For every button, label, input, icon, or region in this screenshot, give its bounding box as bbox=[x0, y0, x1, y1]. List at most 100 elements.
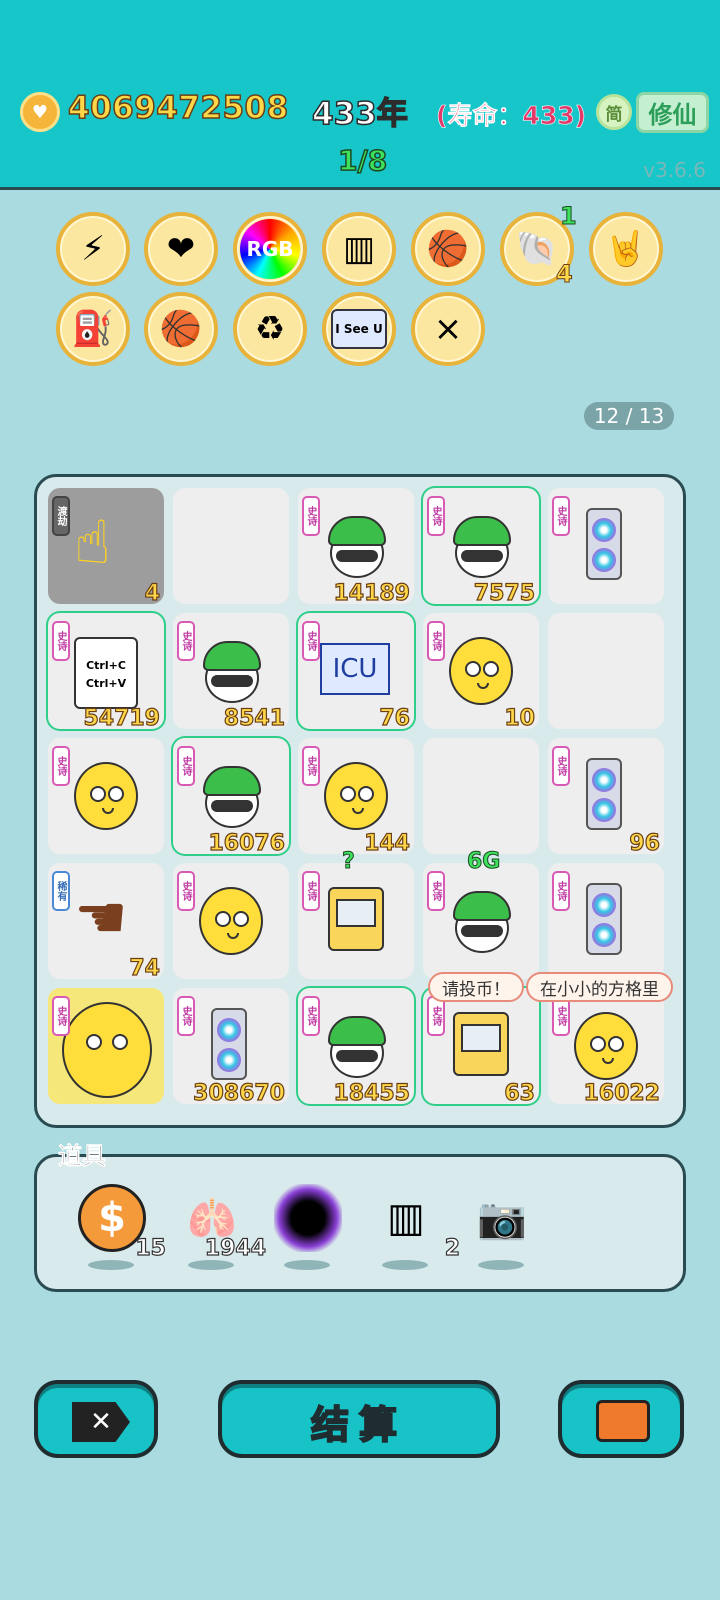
green-hair-man-icon bbox=[451, 510, 513, 578]
speech-bubble-coin: 请投币！ bbox=[428, 972, 524, 1002]
cell-number: 16076 bbox=[208, 830, 286, 856]
cell-number: 8541 bbox=[223, 705, 285, 731]
simplified-toggle-button[interactable]: 简 bbox=[596, 94, 632, 130]
board-cell[interactable]: 史诗? bbox=[298, 849, 414, 979]
yellow-face-icon bbox=[449, 637, 513, 705]
ctrl-c-text: Ctrl+C bbox=[86, 659, 126, 672]
black-hole-item[interactable]: ● bbox=[268, 1180, 348, 1270]
multiply-icon: × bbox=[433, 309, 463, 349]
dizzy-face-icon bbox=[62, 1002, 152, 1098]
yellow-face-icon bbox=[574, 1012, 638, 1080]
basketballs-badge-2[interactable]: 🏀 bbox=[144, 292, 218, 366]
coin-item[interactable]: $15 bbox=[72, 1180, 167, 1270]
bag-button[interactable] bbox=[558, 1380, 684, 1458]
multiply-badge[interactable]: × bbox=[411, 292, 485, 366]
board-cell[interactable]: 史诗 bbox=[548, 863, 664, 979]
empty-cell[interactable] bbox=[173, 488, 289, 604]
green-hair-man-icon bbox=[201, 635, 263, 703]
empty-cell[interactable] bbox=[423, 738, 539, 854]
basketballs-2-icon: 🏀 bbox=[159, 309, 203, 349]
rarity-tag: 史诗 bbox=[302, 746, 320, 786]
board-cell[interactable]: 史诗 7575 bbox=[423, 488, 539, 607]
year-counter: 433年 bbox=[311, 95, 408, 133]
item-count: 1944 bbox=[204, 1235, 266, 1261]
cell-number: 7575 bbox=[473, 580, 535, 606]
board-cell[interactable]: ☚ 稀有 74 bbox=[48, 863, 164, 982]
i-see-u-icon: I See U bbox=[331, 309, 387, 349]
exit-button[interactable]: ✕ bbox=[34, 1380, 158, 1458]
recycle-badge[interactable]: ♻ bbox=[233, 292, 307, 366]
graphics-card-icon bbox=[586, 758, 622, 830]
cage-icon: ▥ bbox=[387, 1195, 425, 1241]
board-cell[interactable]: Ctrl+C Ctrl+V 史诗 54719 bbox=[48, 613, 164, 732]
rarity-tag: 史诗 bbox=[177, 871, 195, 911]
board-cell[interactable]: 史诗 16022 bbox=[548, 988, 664, 1107]
rarity-tag: 史诗 bbox=[552, 871, 570, 911]
board-cell[interactable]: 史诗 96 bbox=[548, 738, 664, 857]
board-cell[interactable]: 史诗 144 bbox=[298, 738, 414, 857]
skirt-icon: ▥ bbox=[342, 229, 376, 269]
camera-item[interactable]: 📷 bbox=[462, 1180, 542, 1270]
cultivate-button[interactable]: 修仙 bbox=[636, 92, 709, 133]
black-hole-icon: ● bbox=[274, 1184, 342, 1252]
green-hair-man-icon bbox=[201, 760, 263, 828]
green-hair-man-icon bbox=[326, 1010, 388, 1078]
rarity-tag: 史诗 bbox=[427, 996, 445, 1036]
board-cell[interactable]: 史诗 14189 bbox=[298, 488, 414, 607]
heart-fan-badge[interactable]: ❤ bbox=[144, 212, 218, 286]
settle-button[interactable]: 结算 bbox=[218, 1380, 500, 1458]
heart-coin-icon: ♥ bbox=[20, 92, 60, 132]
item-shadow bbox=[284, 1260, 330, 1270]
pump-icon: ⛽ bbox=[71, 309, 115, 349]
rarity-tag: 渡劫 bbox=[52, 496, 70, 536]
cage-item[interactable]: ▥ 2 bbox=[366, 1180, 461, 1270]
pump-badge[interactable]: ⛽ bbox=[56, 292, 130, 366]
items-title: 道具 bbox=[58, 1142, 107, 1171]
board-cell[interactable]: 史诗 18455 bbox=[298, 988, 414, 1107]
cell-top-label: 6G bbox=[466, 849, 501, 875]
board-cell[interactable]: 史诗 16076 bbox=[173, 738, 289, 857]
basketballs-badge[interactable]: 🏀 bbox=[411, 212, 485, 286]
item-shadow bbox=[188, 1260, 234, 1270]
board-cell[interactable]: 史诗 6G bbox=[423, 849, 539, 979]
settle-label: 结算 bbox=[310, 1402, 407, 1448]
lifespan-label: (寿命：433) bbox=[436, 101, 587, 131]
rarity-tag: 史诗 bbox=[302, 496, 320, 536]
board-cell[interactable]: ☝ 渡劫 4 bbox=[48, 488, 164, 607]
skirt-badge[interactable]: ▥ bbox=[322, 212, 396, 286]
heart-fan-icon: ❤ bbox=[166, 229, 196, 269]
rarity-tag: 史诗 bbox=[552, 496, 570, 536]
claw-machine-icon bbox=[453, 1012, 509, 1076]
lightning-badge[interactable]: ⚡ bbox=[56, 212, 130, 286]
board-cell[interactable]: 史诗 bbox=[173, 863, 289, 979]
item-count: 2 bbox=[444, 1235, 461, 1261]
graphics-card-icon bbox=[211, 1008, 247, 1080]
i-see-u-badge[interactable]: I See U bbox=[322, 292, 396, 366]
round-counter: 1/8 bbox=[337, 143, 388, 178]
money-counter: 4069472508 bbox=[67, 89, 289, 127]
recycle-icon: ♻ bbox=[254, 309, 286, 349]
rgb-badge[interactable]: RGB bbox=[233, 212, 307, 286]
board-cell[interactable]: 史诗 63 bbox=[423, 988, 539, 1107]
board-cell[interactable]: 史诗 10 bbox=[423, 613, 539, 732]
close-icon: ✕ bbox=[72, 1402, 130, 1442]
board-cell[interactable]: 史诗 8541 bbox=[173, 613, 289, 732]
ctrl-v-text: Ctrl+V bbox=[85, 677, 127, 690]
board-cell[interactable]: 史诗 308670 bbox=[173, 988, 289, 1107]
cell-number: 63 bbox=[504, 1080, 536, 1106]
claw-machine-icon bbox=[328, 887, 384, 951]
pointing-hand-icon: ☚ bbox=[74, 883, 128, 953]
rarity-tag: 史诗 bbox=[302, 871, 320, 911]
rock-hand-badge[interactable]: 🤘 bbox=[589, 212, 663, 286]
empty-cell[interactable] bbox=[548, 613, 664, 729]
board-cell[interactable]: 史诗 bbox=[548, 488, 664, 604]
rarity-tag: 史诗 bbox=[427, 621, 445, 661]
board-cell[interactable]: 史诗 bbox=[48, 738, 164, 854]
briefcase-icon bbox=[596, 1400, 650, 1442]
cell-number: 16022 bbox=[583, 1080, 661, 1106]
liver-item[interactable]: 🫁 1944 bbox=[172, 1180, 267, 1270]
board-cell[interactable]: 史诗 bbox=[48, 988, 164, 1104]
board-cell[interactable]: ICU 史诗 76 bbox=[298, 613, 414, 732]
rock-hand-icon: 🤘 bbox=[604, 229, 648, 269]
cell-number: 74 bbox=[129, 955, 161, 981]
